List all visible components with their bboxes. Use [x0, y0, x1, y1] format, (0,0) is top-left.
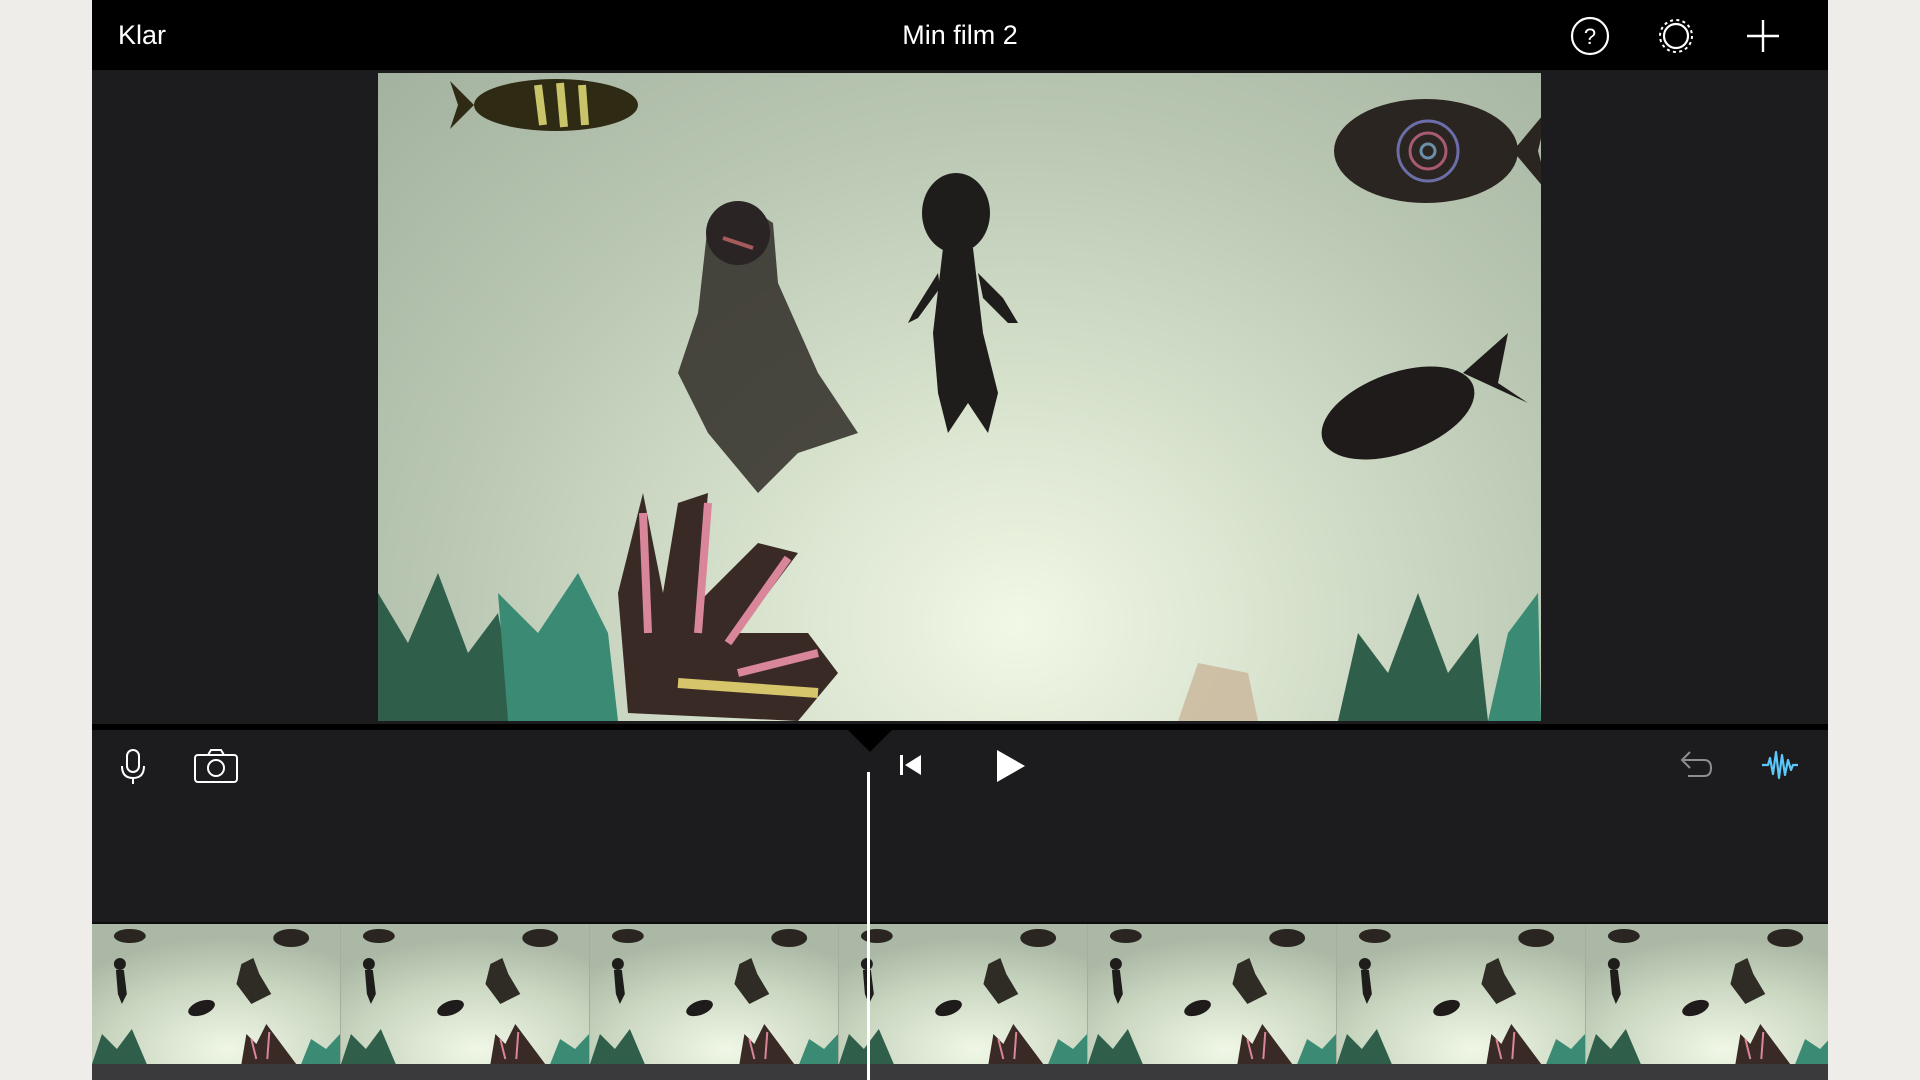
timeline[interactable] [92, 784, 1828, 1080]
play-icon[interactable] [989, 746, 1029, 786]
editor-controls [92, 724, 1828, 786]
shadow-puppet-scene [378, 79, 1541, 721]
top-navigation-bar: Klar Min film 2 ? [92, 0, 1828, 70]
plus-icon[interactable] [1741, 14, 1785, 58]
skip-to-start-icon[interactable] [897, 750, 925, 780]
video-preview[interactable] [378, 73, 1541, 721]
svg-text:?: ? [1584, 24, 1596, 49]
filmstrip-frame-2 [341, 924, 590, 1064]
video-viewer [92, 70, 1828, 724]
filmstrip-frame-4 [839, 924, 1088, 1064]
audio-waveform-icon[interactable] [1760, 746, 1800, 784]
filmstrip-frame-5 [1088, 924, 1337, 1064]
camera-icon[interactable] [192, 746, 240, 786]
video-clip-filmstrip[interactable] [92, 922, 1828, 1064]
filmstrip-frame-7 [1586, 924, 1828, 1064]
help-icon[interactable]: ? [1568, 14, 1612, 58]
filmstrip-frame-1 [92, 924, 341, 1064]
filmstrip-frame-3 [590, 924, 839, 1064]
microphone-icon[interactable] [118, 748, 148, 788]
gear-icon[interactable] [1654, 14, 1698, 58]
imovie-editor: Klar Min film 2 ? [92, 0, 1828, 1080]
filmstrip-frame-6 [1337, 924, 1586, 1064]
timeline-bottom-bar [92, 1064, 1828, 1080]
playhead[interactable] [867, 772, 870, 1080]
playhead-marker [848, 730, 892, 752]
undo-icon[interactable] [1674, 746, 1714, 784]
